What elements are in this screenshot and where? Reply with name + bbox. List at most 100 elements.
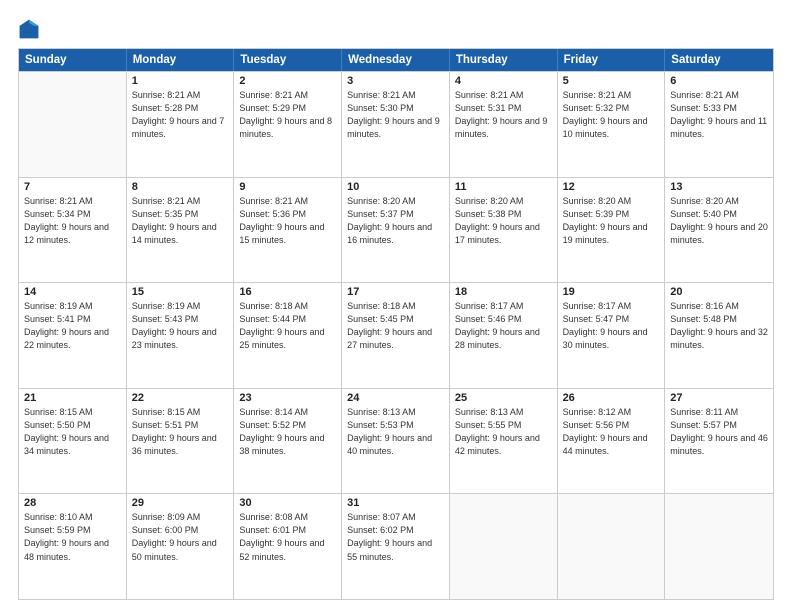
day-number: 30: [239, 497, 336, 509]
calendar-cell: 20 Sunrise: 8:16 AMSunset: 5:48 PMDayligh…: [665, 283, 773, 388]
calendar-cell: [665, 494, 773, 599]
day-number: 6: [670, 75, 768, 87]
day-number: 14: [24, 286, 121, 298]
calendar-cell: 23Sunrise: 8:14 AMSunset: 5:52 PMDayligh…: [234, 389, 342, 494]
cell-info: Sunrise: 8:14 AMSunset: 5:52 PMDaylight:…: [239, 406, 336, 458]
calendar-cell: 12 Sunrise: 8:20 AMSunset: 5:39 PMDayligh…: [558, 178, 666, 283]
cell-info: Sunrise: 8:09 AMSunset: 6:00 PMDaylight:…: [132, 511, 229, 563]
header: [18, 18, 774, 40]
day-number: 19: [563, 286, 660, 298]
day-number: 8: [132, 181, 229, 193]
cell-info: Sunrise: 8:07 AMSunset: 6:02 PMDaylight:…: [347, 511, 444, 563]
day-number: 16: [239, 286, 336, 298]
calendar-cell: 13Sunrise: 8:20 AMSunset: 5:40 PMDayligh…: [665, 178, 773, 283]
day-number: 26: [563, 392, 660, 404]
calendar-cell: 11Sunrise: 8:20 AMSunset: 5:38 PMDayligh…: [450, 178, 558, 283]
day-header-saturday: Saturday: [665, 49, 773, 71]
day-number: 17: [347, 286, 444, 298]
calendar-cell: 24 Sunrise: 8:13 AMSunset: 5:53 PMDayligh…: [342, 389, 450, 494]
calendar-cell: 16 Sunrise: 8:18 AMSunset: 5:44 PMDayligh…: [234, 283, 342, 388]
cell-info: Sunrise: 8:20 AMSunset: 5:39 PMDaylight:…: [563, 195, 660, 247]
calendar-week-3: 21 Sunrise: 8:15 AMSunset: 5:50 PMDayligh…: [19, 388, 773, 494]
day-number: 9: [239, 181, 336, 193]
calendar-cell: 17Sunrise: 8:18 AMSunset: 5:45 PMDayligh…: [342, 283, 450, 388]
calendar-week-1: 7 Sunrise: 8:21 AMSunset: 5:34 PMDaylight…: [19, 177, 773, 283]
calendar-cell: 25 Sunrise: 8:13 AMSunset: 5:55 PMDayligh…: [450, 389, 558, 494]
day-number: 2: [239, 75, 336, 87]
cell-info: Sunrise: 8:21 AMSunset: 5:28 PMDaylight:…: [132, 89, 229, 141]
day-header-thursday: Thursday: [450, 49, 558, 71]
calendar-cell: 15Sunrise: 8:19 AMSunset: 5:43 PMDayligh…: [127, 283, 235, 388]
calendar-cell: [19, 72, 127, 177]
cell-info: Sunrise: 8:10 AMSunset: 5:59 PMDaylight:…: [24, 511, 121, 563]
cell-info: Sunrise: 8:17 AMSunset: 5:46 PMDaylight:…: [455, 300, 552, 352]
calendar-cell: 26 Sunrise: 8:12 AMSunset: 5:56 PMDayligh…: [558, 389, 666, 494]
cell-info: Sunrise: 8:21 AMSunset: 5:30 PMDaylight:…: [347, 89, 444, 141]
day-number: 7: [24, 181, 121, 193]
calendar-cell: 9 Sunrise: 8:21 AMSunset: 5:36 PMDaylight…: [234, 178, 342, 283]
calendar-cell: 29 Sunrise: 8:09 AMSunset: 6:00 PMDayligh…: [127, 494, 235, 599]
day-number: 20: [670, 286, 768, 298]
day-number: 29: [132, 497, 229, 509]
day-header-monday: Monday: [127, 49, 235, 71]
cell-info: Sunrise: 8:20 AMSunset: 5:40 PMDaylight:…: [670, 195, 768, 247]
day-number: 27: [670, 392, 768, 404]
cell-info: Sunrise: 8:08 AMSunset: 6:01 PMDaylight:…: [239, 511, 336, 563]
calendar-cell: [450, 494, 558, 599]
cell-info: Sunrise: 8:19 AMSunset: 5:43 PMDaylight:…: [132, 300, 229, 352]
calendar-cell: 27Sunrise: 8:11 AMSunset: 5:57 PMDayligh…: [665, 389, 773, 494]
day-number: 28: [24, 497, 121, 509]
calendar-cell: 8 Sunrise: 8:21 AMSunset: 5:35 PMDaylight…: [127, 178, 235, 283]
day-number: 22: [132, 392, 229, 404]
calendar-cell: 3 Sunrise: 8:21 AMSunset: 5:30 PMDaylight…: [342, 72, 450, 177]
calendar-cell: 6Sunrise: 8:21 AMSunset: 5:33 PMDaylight…: [665, 72, 773, 177]
cell-info: Sunrise: 8:20 AMSunset: 5:38 PMDaylight:…: [455, 195, 552, 247]
calendar-cell: 10 Sunrise: 8:20 AMSunset: 5:37 PMDayligh…: [342, 178, 450, 283]
cell-info: Sunrise: 8:15 AMSunset: 5:51 PMDaylight:…: [132, 406, 229, 458]
calendar-cell: 2 Sunrise: 8:21 AMSunset: 5:29 PMDaylight…: [234, 72, 342, 177]
calendar: SundayMondayTuesdayWednesdayThursdayFrid…: [18, 48, 774, 600]
day-number: 5: [563, 75, 660, 87]
calendar-body: 1 Sunrise: 8:21 AMSunset: 5:28 PMDaylight…: [19, 71, 773, 599]
logo-icon: [18, 18, 40, 40]
calendar-cell: 5 Sunrise: 8:21 AMSunset: 5:32 PMDaylight…: [558, 72, 666, 177]
cell-info: Sunrise: 8:21 AMSunset: 5:34 PMDaylight:…: [24, 195, 121, 247]
day-number: 1: [132, 75, 229, 87]
day-number: 25: [455, 392, 552, 404]
cell-info: Sunrise: 8:21 AMSunset: 5:36 PMDaylight:…: [239, 195, 336, 247]
day-number: 10: [347, 181, 444, 193]
calendar-cell: 7 Sunrise: 8:21 AMSunset: 5:34 PMDaylight…: [19, 178, 127, 283]
calendar-cell: 30 Sunrise: 8:08 AMSunset: 6:01 PMDayligh…: [234, 494, 342, 599]
calendar-week-2: 14 Sunrise: 8:19 AMSunset: 5:41 PMDayligh…: [19, 282, 773, 388]
cell-info: Sunrise: 8:12 AMSunset: 5:56 PMDaylight:…: [563, 406, 660, 458]
cell-info: Sunrise: 8:21 AMSunset: 5:35 PMDaylight:…: [132, 195, 229, 247]
day-number: 31: [347, 497, 444, 509]
cell-info: Sunrise: 8:21 AMSunset: 5:29 PMDaylight:…: [239, 89, 336, 141]
cell-info: Sunrise: 8:13 AMSunset: 5:53 PMDaylight:…: [347, 406, 444, 458]
cell-info: Sunrise: 8:19 AMSunset: 5:41 PMDaylight:…: [24, 300, 121, 352]
day-number: 18: [455, 286, 552, 298]
day-number: 24: [347, 392, 444, 404]
day-header-wednesday: Wednesday: [342, 49, 450, 71]
calendar-week-0: 1 Sunrise: 8:21 AMSunset: 5:28 PMDaylight…: [19, 71, 773, 177]
page: SundayMondayTuesdayWednesdayThursdayFrid…: [0, 0, 792, 612]
cell-info: Sunrise: 8:16 AMSunset: 5:48 PMDaylight:…: [670, 300, 768, 352]
calendar-cell: 1 Sunrise: 8:21 AMSunset: 5:28 PMDaylight…: [127, 72, 235, 177]
cell-info: Sunrise: 8:15 AMSunset: 5:50 PMDaylight:…: [24, 406, 121, 458]
calendar-cell: 21 Sunrise: 8:15 AMSunset: 5:50 PMDayligh…: [19, 389, 127, 494]
calendar-header: SundayMondayTuesdayWednesdayThursdayFrid…: [19, 49, 773, 71]
day-header-friday: Friday: [558, 49, 666, 71]
cell-info: Sunrise: 8:18 AMSunset: 5:44 PMDaylight:…: [239, 300, 336, 352]
day-number: 4: [455, 75, 552, 87]
cell-info: Sunrise: 8:17 AMSunset: 5:47 PMDaylight:…: [563, 300, 660, 352]
cell-info: Sunrise: 8:13 AMSunset: 5:55 PMDaylight:…: [455, 406, 552, 458]
cell-info: Sunrise: 8:21 AMSunset: 5:31 PMDaylight:…: [455, 89, 552, 141]
calendar-week-4: 28 Sunrise: 8:10 AMSunset: 5:59 PMDayligh…: [19, 493, 773, 599]
day-number: 3: [347, 75, 444, 87]
day-number: 12: [563, 181, 660, 193]
cell-info: Sunrise: 8:21 AMSunset: 5:32 PMDaylight:…: [563, 89, 660, 141]
calendar-cell: 19 Sunrise: 8:17 AMSunset: 5:47 PMDayligh…: [558, 283, 666, 388]
day-number: 21: [24, 392, 121, 404]
calendar-cell: [558, 494, 666, 599]
cell-info: Sunrise: 8:20 AMSunset: 5:37 PMDaylight:…: [347, 195, 444, 247]
